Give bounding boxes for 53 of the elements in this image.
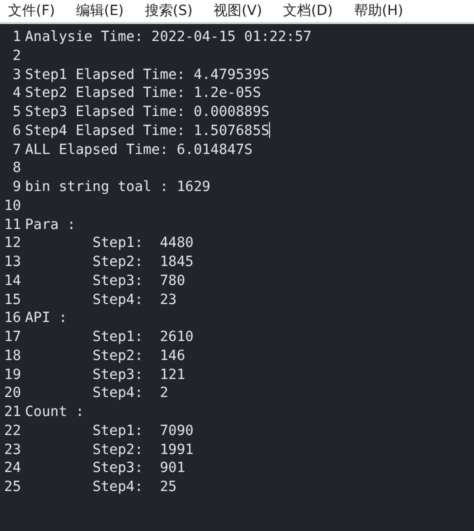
line-number: 13 <box>3 253 21 272</box>
menu-item[interactable]: 搜索(S) <box>142 1 195 21</box>
code-line: Step1: 7090 <box>91 422 194 440</box>
menu-item[interactable]: 文件(F) <box>6 1 57 21</box>
line-number: 3 <box>12 66 21 84</box>
code-line: ALL Elapsed Time: 6.014847S <box>25 140 253 160</box>
code-line: Step3 Elapsed Time: 0.000889S <box>25 103 270 122</box>
code-line: Step2: 1991 <box>91 440 194 460</box>
code-line: Step4: 25 <box>91 478 177 497</box>
menu-item[interactable]: 帮助(H) <box>352 1 406 21</box>
code-line: Step1: 2610 <box>91 328 194 347</box>
code-line: Step4: 23 <box>91 290 177 310</box>
code-line: Step4: 2 <box>91 384 168 403</box>
code-line: Step2: 1845 <box>91 253 194 272</box>
line-number: 16 <box>3 309 21 328</box>
line-number: 6 <box>12 122 21 140</box>
line-number: 17 <box>3 328 21 347</box>
line-number: 11 <box>3 216 21 234</box>
code-line: API : <box>25 309 68 328</box>
code-line: Step4 Elapsed Time: 1.507685S <box>25 122 270 140</box>
code-line: Step3: 780 <box>91 272 186 290</box>
line-number: 23 <box>3 440 21 460</box>
line-number: 18 <box>3 346 21 366</box>
line-number: 4 <box>12 84 21 103</box>
menu-item[interactable]: 文档(D) <box>281 1 335 21</box>
code-line: Step1: 4480 <box>91 234 194 253</box>
line-number: 19 <box>3 366 21 384</box>
line-number: 25 <box>3 478 21 497</box>
code-line: Step3: 121 <box>91 366 186 384</box>
line-number: 9 <box>12 178 21 197</box>
code-line: Count : <box>25 403 84 422</box>
line-number: 12 <box>3 234 21 253</box>
code-line: Step3: 901 <box>91 459 186 478</box>
line-number: 5 <box>12 103 21 122</box>
code-line: bin string toal : 1629 <box>25 178 210 197</box>
line-number: 2 <box>12 46 21 66</box>
code-line: Step2: 146 <box>91 346 186 366</box>
line-number: 14 <box>3 272 21 290</box>
code-line: Analysie Time: 2022-04-15 01:22:57 <box>25 28 312 47</box>
code-line: Step1 Elapsed Time: 4.479539S <box>25 66 270 84</box>
line-number: 8 <box>12 159 21 178</box>
line-number: 22 <box>3 422 21 440</box>
line-number: 15 <box>3 290 21 310</box>
line-number: 10 <box>3 196 21 216</box>
menu-item[interactable]: 视图(V) <box>212 1 264 21</box>
line-number: 21 <box>3 403 21 422</box>
line-number: 1 <box>12 28 21 47</box>
line-number: 7 <box>12 140 21 160</box>
code-line: Para : <box>25 216 76 234</box>
code-line: Step2 Elapsed Time: 1.2e-05S <box>25 84 262 103</box>
line-number: 20 <box>3 384 21 403</box>
line-number: 24 <box>3 459 21 478</box>
menu-item[interactable]: 编辑(E) <box>74 1 126 21</box>
